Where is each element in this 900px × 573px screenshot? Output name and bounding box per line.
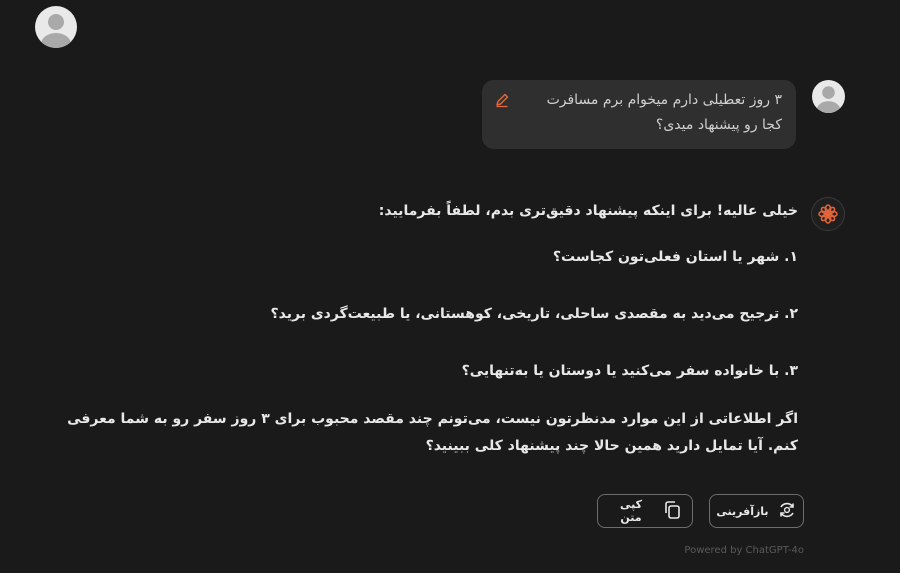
user-message-line-1: ۳ روز تعطیلی دارم میخوام برم مسافرت: [546, 92, 782, 108]
assistant-question-1: ۱. شهر یا استان فعلی‌تون کجاست؟: [552, 249, 798, 265]
flower-logo-icon: [818, 204, 838, 224]
regenerate-button[interactable]: بازآفرینی: [709, 494, 804, 528]
user-avatar: [812, 80, 845, 113]
pencil-icon[interactable]: [494, 92, 510, 117]
user-message-line-2: کجا رو پیشنهاد میدی؟: [655, 117, 782, 133]
copy-text-label: کپی متن: [619, 498, 643, 524]
assistant-question-3: ۳. با خانواده سفر می‌کنید یا دوستان یا ب…: [461, 363, 798, 379]
user-avatar-icon: [816, 86, 841, 113]
copy-icon: [662, 500, 682, 523]
assistant-greeting: خیلی عالیه! برای اینکه پیشنهاد دقیق‌تری …: [378, 203, 798, 219]
powered-by-text: Powered by ChatGPT-4o: [684, 545, 804, 556]
user-message-bubble: ۳ روز تعطیلی دارم میخوام برم مسافرت کجا …: [482, 80, 796, 149]
copy-text-button[interactable]: کپی متن: [597, 494, 693, 528]
regenerate-icon: [777, 500, 797, 523]
assistant-outro: اگر اطلاعاتی از این موارد مدنظرتون نیست،…: [67, 411, 798, 454]
assistant-avatar: [811, 197, 845, 231]
regenerate-label: بازآفرینی: [716, 504, 769, 518]
user-avatar-icon: [41, 14, 71, 48]
assistant-question-2: ۲. ترجیح می‌دید به مقصدی ساحلی، تاریخی، …: [270, 306, 798, 322]
top-avatar[interactable]: [35, 6, 77, 48]
